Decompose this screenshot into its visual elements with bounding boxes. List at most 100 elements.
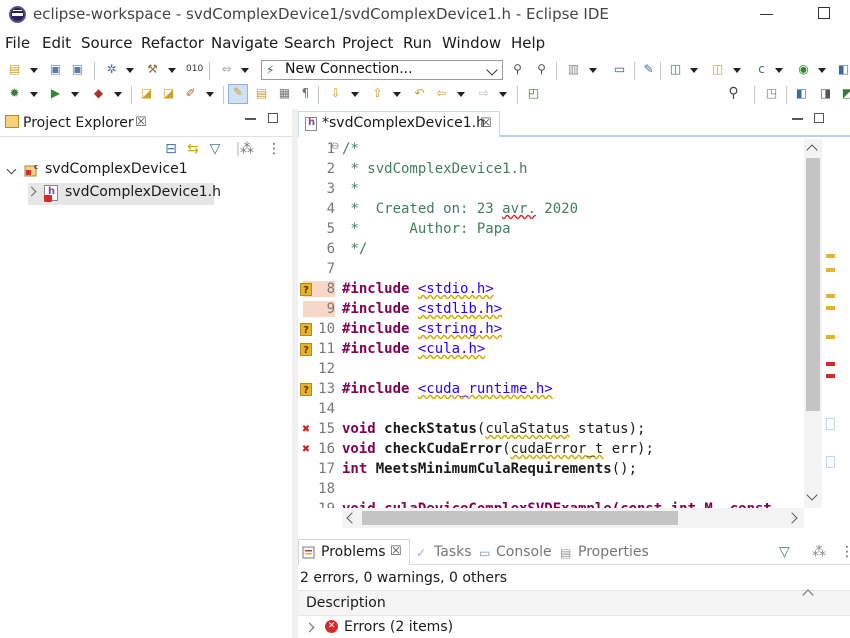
run-dropdown[interactable] [71, 92, 79, 97]
menu-navigate[interactable]: Navigate [211, 34, 278, 52]
project-explorer-tab[interactable]: Project Explorer [23, 115, 134, 131]
sync-icon[interactable]: ⇔ [219, 62, 234, 77]
overview-warning-mark[interactable] [826, 335, 835, 339]
filter-icon[interactable]: ▽ [779, 544, 790, 560]
menu-help[interactable]: Help [511, 34, 545, 52]
new-dropdown[interactable] [30, 68, 38, 73]
maximize-editor-button[interactable] [814, 113, 824, 123]
brush-icon[interactable]: ✐ [183, 86, 198, 101]
perspective-icon[interactable]: ◳ [764, 86, 779, 101]
extra-perspective-icon[interactable]: ◩ [840, 86, 850, 101]
check-alt-icon[interactable]: ⚲ [534, 62, 549, 77]
stack-dropdown[interactable] [589, 68, 597, 73]
view-menu-icon[interactable]: ⋮ [266, 141, 282, 157]
warning-marker-icon[interactable]: ? [300, 323, 312, 336]
build-dropdown[interactable] [168, 68, 176, 73]
run-ext-dropdown[interactable] [818, 68, 826, 73]
debug-bug-icon[interactable]: ✹ [7, 86, 22, 101]
open-type-icon[interactable]: ◪ [161, 86, 176, 101]
overview-error-mark[interactable] [826, 362, 835, 366]
minimize-view-button[interactable] [245, 118, 256, 120]
next-annotation-dropdown[interactable] [351, 92, 359, 97]
forward-icon[interactable]: ⇨ [476, 86, 491, 101]
c-perspective-icon[interactable]: ◧ [794, 86, 809, 101]
minimize-window-button[interactable] [760, 14, 773, 15]
menu-run[interactable]: Run [403, 34, 432, 52]
back-icon[interactable]: ⇦ [434, 86, 449, 101]
close-icon[interactable]: ☒ [390, 544, 402, 559]
menu-window[interactable]: Window [442, 34, 501, 52]
overview-error-mark[interactable] [826, 374, 835, 378]
minimize-editor-button[interactable] [792, 118, 803, 120]
tab-properties[interactable]: Properties [578, 544, 649, 560]
new-icon[interactable]: ▤ [7, 62, 22, 77]
overview-ruler[interactable] [824, 139, 850, 508]
fold-icon[interactable]: ⊖ [331, 141, 339, 152]
run-icon[interactable]: ▶ [48, 86, 63, 101]
errors-group-item[interactable]: Errors (2 items) [344, 619, 453, 635]
brush-dropdown[interactable] [206, 92, 214, 97]
stack-icon[interactable]: ▥ [566, 62, 581, 77]
warning-marker-icon[interactable]: ? [300, 343, 312, 356]
debug-settings-icon[interactable]: ✲ [104, 62, 119, 77]
overview-warning-mark[interactable] [826, 294, 835, 298]
new-class-dropdown[interactable] [690, 68, 698, 73]
last-edit-icon[interactable]: ↶ [412, 86, 427, 101]
filter-icon[interactable]: ▽ [207, 141, 223, 157]
menu-file[interactable]: File [5, 34, 30, 52]
new-folder-dropdown[interactable] [733, 68, 741, 73]
overview-warning-mark[interactable] [826, 268, 835, 272]
horizontal-scrollbar-thumb[interactable] [362, 511, 678, 525]
new-class-icon[interactable]: ◫ [668, 62, 683, 77]
doc-icon[interactable]: ▦ [277, 86, 292, 101]
maximize-window-button[interactable] [818, 7, 830, 19]
paragraph-icon[interactable]: ¶ [298, 86, 313, 101]
error-marker-icon[interactable]: ✖ [300, 443, 312, 456]
new-c-file-dropdown[interactable] [775, 68, 783, 73]
warning-marker-icon[interactable]: ? [300, 283, 312, 296]
overview-warning-mark[interactable] [826, 306, 835, 310]
overview-warning-mark[interactable] [826, 254, 835, 258]
tab-console[interactable]: Console [496, 544, 552, 560]
sync-dropdown[interactable] [241, 68, 249, 73]
open-folder-icon[interactable]: ◪ [139, 86, 154, 101]
view-options-icon[interactable]: ⁂ [812, 544, 826, 560]
maximize-view-button[interactable] [268, 113, 278, 123]
tab-tasks[interactable]: Tasks [434, 544, 472, 560]
back-dropdown[interactable] [457, 92, 465, 97]
prev-annotation-dropdown[interactable] [393, 92, 401, 97]
highlight-icon[interactable]: ✎ [228, 84, 248, 104]
new-c-file-icon[interactable]: c [754, 62, 769, 77]
search-icon[interactable]: ⚲ [726, 86, 741, 101]
run-ext-icon[interactable]: ◉ [796, 62, 811, 77]
menu-refactor[interactable]: Refactor [141, 34, 204, 52]
forward-dropdown[interactable] [499, 92, 507, 97]
menu-source[interactable]: Source [81, 34, 133, 52]
menu-project[interactable]: Project [342, 34, 393, 52]
next-annotation-icon[interactable]: ⇩ [328, 86, 343, 101]
pin-editor-icon[interactable]: ◰ [526, 86, 541, 101]
save-icon[interactable]: ▣ [48, 62, 63, 77]
warning-marker-icon[interactable]: ? [300, 383, 312, 396]
binary-icon[interactable]: 010 [186, 62, 203, 77]
close-icon[interactable]: ☒ [135, 115, 147, 130]
link-with-editor-icon[interactable]: ⇆ [185, 141, 201, 157]
prev-annotation-icon[interactable]: ⇧ [370, 86, 385, 101]
view-options-icon[interactable]: ⁂ [239, 141, 255, 157]
profile-dropdown[interactable] [114, 92, 122, 97]
vertical-scrollbar-thumb[interactable] [806, 158, 820, 411]
new-folder-icon[interactable]: ◫ [710, 62, 725, 77]
overflow-icon[interactable]: ◧ [836, 62, 850, 77]
error-marker-icon[interactable]: ✖ [300, 423, 312, 436]
debug-settings-dropdown[interactable] [126, 68, 134, 73]
save-all-icon[interactable]: ▣ [70, 62, 85, 77]
profile-icon[interactable]: ◆ [91, 86, 106, 101]
toggle-mark-icon[interactable]: ▤ [254, 86, 269, 101]
close-icon[interactable]: ☒ [480, 116, 492, 131]
monitor-icon[interactable]: ▭ [612, 62, 627, 77]
debug-perspective-icon[interactable]: ◨ [818, 86, 833, 101]
collapse-all-icon[interactable]: ⊟ [163, 141, 179, 157]
pin-icon[interactable]: ✎ [641, 62, 656, 77]
debug-dropdown[interactable] [30, 92, 38, 97]
menu-edit[interactable]: Edit [42, 34, 71, 52]
